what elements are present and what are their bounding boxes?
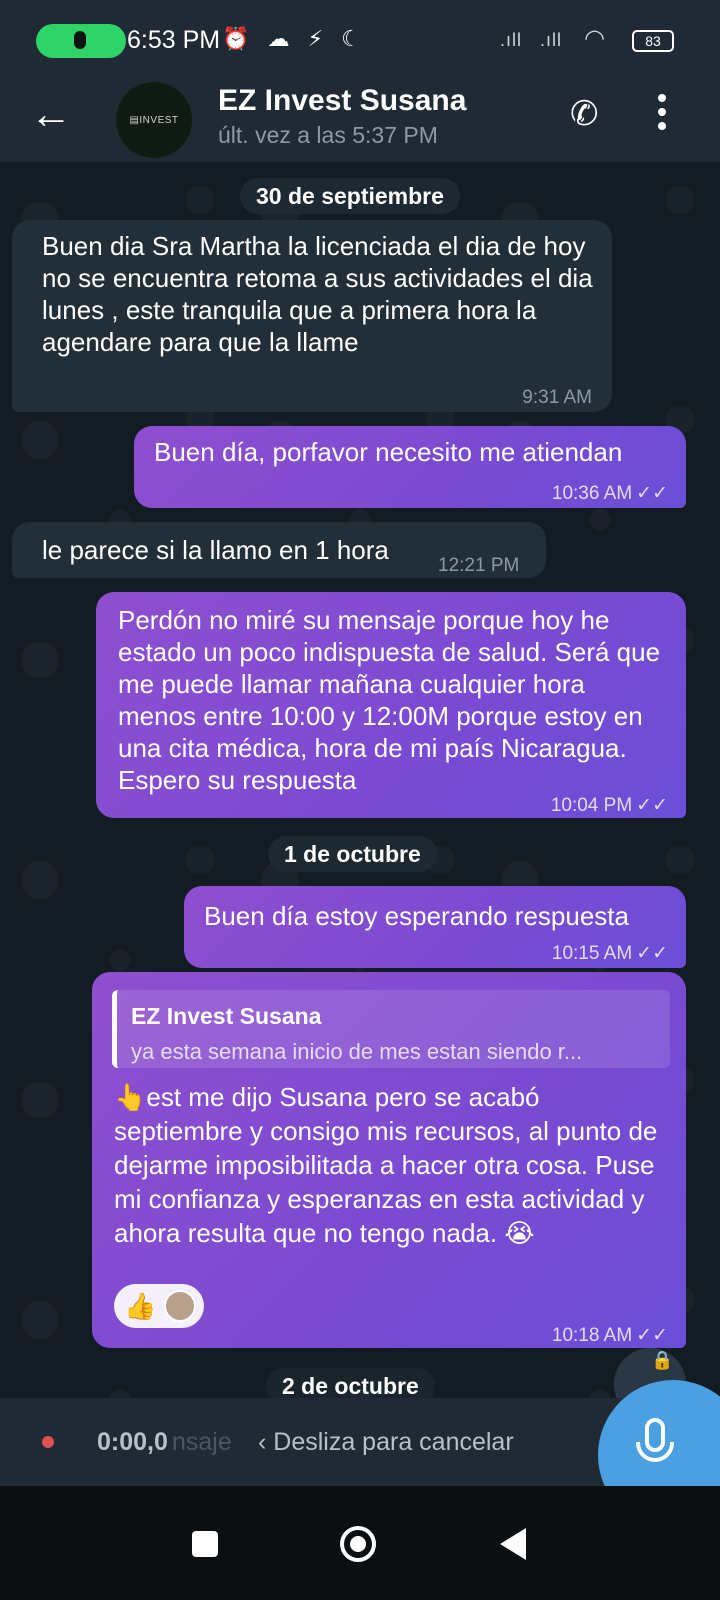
recording-timer: 0:00,0 (97, 1428, 168, 1456)
message-bubble-incoming[interactable]: le parece si la llamo en 1 hora 12:21 PM (12, 522, 546, 578)
message-time: 10:36 AM (551, 483, 633, 504)
microphone-icon (74, 31, 86, 49)
contact-name[interactable]: EZ Invest Susana (218, 84, 466, 118)
status-bar: 6:53 PM ⏰ ☁ ⚡ ☾ .ıll .ıll ◠ 83 (0, 0, 720, 82)
message-time: 9:31 AM (522, 387, 592, 408)
message-meta: 10:36 AM ✓✓ (552, 478, 668, 510)
chat-header: ← ▤INVEST EZ Invest Susana últ. vez a la… (0, 82, 720, 162)
read-receipt-icon: ✓✓ (636, 795, 668, 816)
message-time: 10:04 PM (550, 795, 633, 816)
message-bubble-outgoing[interactable]: Buen día, porfavor necesito me atiendan … (134, 426, 686, 508)
message-bubble-outgoing-reply[interactable]: EZ Invest Susana ya esta semana inicio d… (92, 972, 686, 1348)
read-receipt-icon: ✓✓ (636, 1325, 668, 1346)
message-text: le parece si la llamo en 1 hora (42, 535, 389, 565)
recording-dot-icon (42, 1436, 54, 1448)
microphone-stand-icon (636, 1442, 674, 1462)
more-options-icon[interactable] (652, 90, 672, 130)
message-bubble-outgoing[interactable]: Perdón no miré su mensaje porque hoy he … (96, 592, 686, 818)
message-text: Perdón no miré su mensaje porque hoy he … (118, 605, 661, 795)
quote-author: EZ Invest Susana (131, 1003, 322, 1029)
reactor-avatar (164, 1290, 196, 1322)
message-text: 👆est me dijo Susana pero se acabó septie… (114, 1082, 658, 1248)
system-navigation-bar (0, 1486, 720, 1600)
back-triangle-icon[interactable] (500, 1528, 526, 1560)
phone-call-icon[interactable]: ✆ (570, 94, 599, 134)
status-time: 6:53 PM (127, 26, 221, 54)
message-time: 10:15 AM (551, 943, 633, 964)
message-text: Buen día, porfavor necesito me atiendan (154, 437, 623, 467)
read-receipt-icon: ✓✓ (636, 943, 668, 964)
date-separator: 30 de septiembre (240, 178, 460, 214)
message-meta: 10:15 AM ✓✓ (552, 938, 668, 970)
message-time: 12:21 PM (438, 555, 520, 576)
thumbs-up-icon: 👍 (124, 1291, 157, 1321)
message-time: 10:18 AM (551, 1325, 633, 1346)
back-arrow-icon[interactable]: ← (30, 90, 72, 138)
message-input-placeholder: nsaje (172, 1428, 232, 1456)
wifi-icon: ◠ (584, 25, 606, 52)
reply-quote[interactable]: EZ Invest Susana ya esta semana inicio d… (112, 990, 670, 1068)
reaction-chip[interactable]: 👍 (114, 1284, 204, 1328)
signal-strength-icon: .ıll (500, 30, 522, 50)
last-seen-status: últ. vez a las 5:37 PM (218, 122, 438, 148)
mic-active-indicator[interactable] (36, 24, 126, 58)
message-bubble-incoming[interactable]: Buen dia Sra Martha la licenciada el dia… (12, 220, 612, 412)
message-meta: 10:04 PM ✓✓ (551, 790, 668, 822)
lock-icon[interactable]: 🔒 (651, 1350, 673, 1371)
contact-avatar[interactable]: ▤INVEST (116, 82, 192, 158)
read-receipt-icon: ✓✓ (636, 483, 668, 504)
battery-indicator: 83 (632, 30, 674, 52)
slide-to-cancel-hint[interactable]: ‹ Desliza para cancelar (258, 1428, 514, 1457)
signal-strength-icon: .ıll (540, 30, 562, 50)
avatar-logo-text: ▤INVEST (129, 114, 179, 126)
message-bubble-outgoing[interactable]: Buen día estoy esperando respuesta 10:15… (184, 886, 686, 968)
home-icon[interactable] (340, 1526, 376, 1562)
date-separator: 1 de octubre (268, 836, 437, 872)
quote-text: ya esta semana inicio de mes estan siend… (131, 1039, 583, 1064)
recents-icon[interactable] (192, 1531, 218, 1557)
message-text: Buen día estoy esperando respuesta (204, 901, 629, 931)
message-text: Buen dia Sra Martha la licenciada el dia… (42, 231, 593, 357)
notification-icons: ⏰ ☁ ⚡ ☾ (222, 26, 367, 51)
